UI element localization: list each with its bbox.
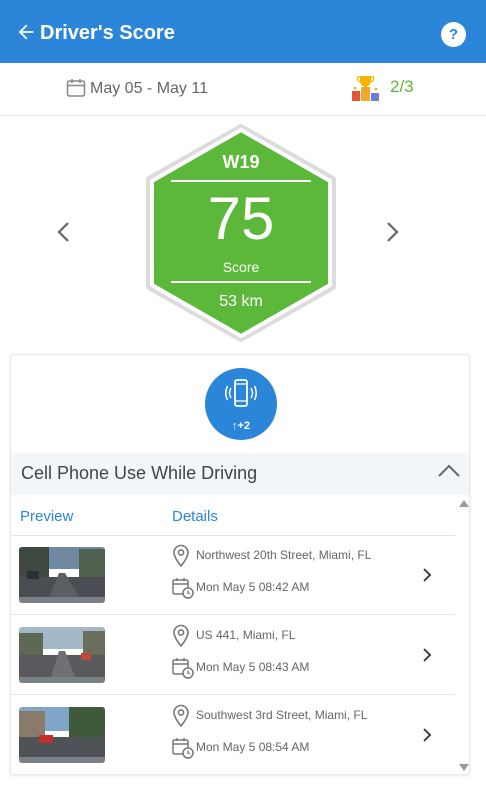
video-thumbnail[interactable] [19,707,105,763]
calendar-clock-icon [172,738,194,759]
video-thumbnail[interactable] [19,547,105,603]
calendar-clock-icon [172,658,194,679]
chevron-right-icon[interactable] [422,728,432,742]
location-pin-icon [173,624,189,648]
date-range[interactable]: May 05 - May 11 [90,80,208,98]
score-hexagon: W19 75 Score 53 km [145,124,337,342]
event-address: Northwest 20th Street, Miami, FL [196,548,372,562]
divider [171,281,311,283]
chevron-right-icon[interactable] [422,648,432,662]
calendar-icon [66,79,86,97]
event-time: Mon May 5 08:42 AM [196,580,310,594]
scroll-down-icon[interactable] [459,764,469,771]
scroll-up-icon[interactable] [459,500,469,507]
column-header-details: Details [172,508,218,525]
trophy-podium-icon [352,76,379,101]
event-time: Mon May 5 08:54 AM [196,740,310,754]
video-thumbnail[interactable] [19,627,105,683]
week-label: W19 [222,152,260,172]
previous-week-icon[interactable] [54,220,74,244]
column-header-preview: Preview [20,508,74,525]
back-arrow-icon[interactable] [15,21,37,43]
score-label: Score [222,259,260,275]
phone-vibrate-icon [225,379,257,407]
trophy-count: 2/3 [390,77,414,96]
app-header: Driver's Score ? [0,0,486,63]
location-pin-icon [173,704,189,728]
help-icon[interactable]: ? [441,22,466,47]
event-title: Cell Phone Use While Driving [21,463,258,483]
event-time: Mon May 5 08:43 AM [196,660,310,674]
event-count-badge: ↑+2 [231,420,251,432]
score-value: 75 [207,185,275,252]
page-title: Driver's Score [40,22,175,44]
calendar-clock-icon [172,578,194,599]
event-row[interactable]: US 441, Miami, FL Mon May 5 08:43 AM [11,615,455,695]
event-card: ↑+2 Cell Phone Use While Driving Preview… [10,354,470,775]
chevron-up-icon[interactable] [437,463,461,479]
distance-value: 53 km [219,293,263,310]
location-pin-icon [173,544,189,568]
chevron-right-icon[interactable] [422,568,432,582]
event-type-button[interactable]: ↑+2 [205,368,277,440]
divider [171,180,311,182]
scrollbar[interactable] [457,498,469,774]
date-range-bar: May 05 - May 11 2/3 [0,63,486,116]
event-row[interactable]: Northwest 20th Street, Miami, FL Mon May… [11,535,455,615]
next-week-icon[interactable] [382,220,402,244]
event-row[interactable]: Southwest 3rd Street, Miami, FL Mon May … [11,695,455,774]
event-address: US 441, Miami, FL [196,628,296,642]
event-section-header[interactable]: Cell Phone Use While Driving [11,453,469,495]
event-address: Southwest 3rd Street, Miami, FL [196,708,368,722]
